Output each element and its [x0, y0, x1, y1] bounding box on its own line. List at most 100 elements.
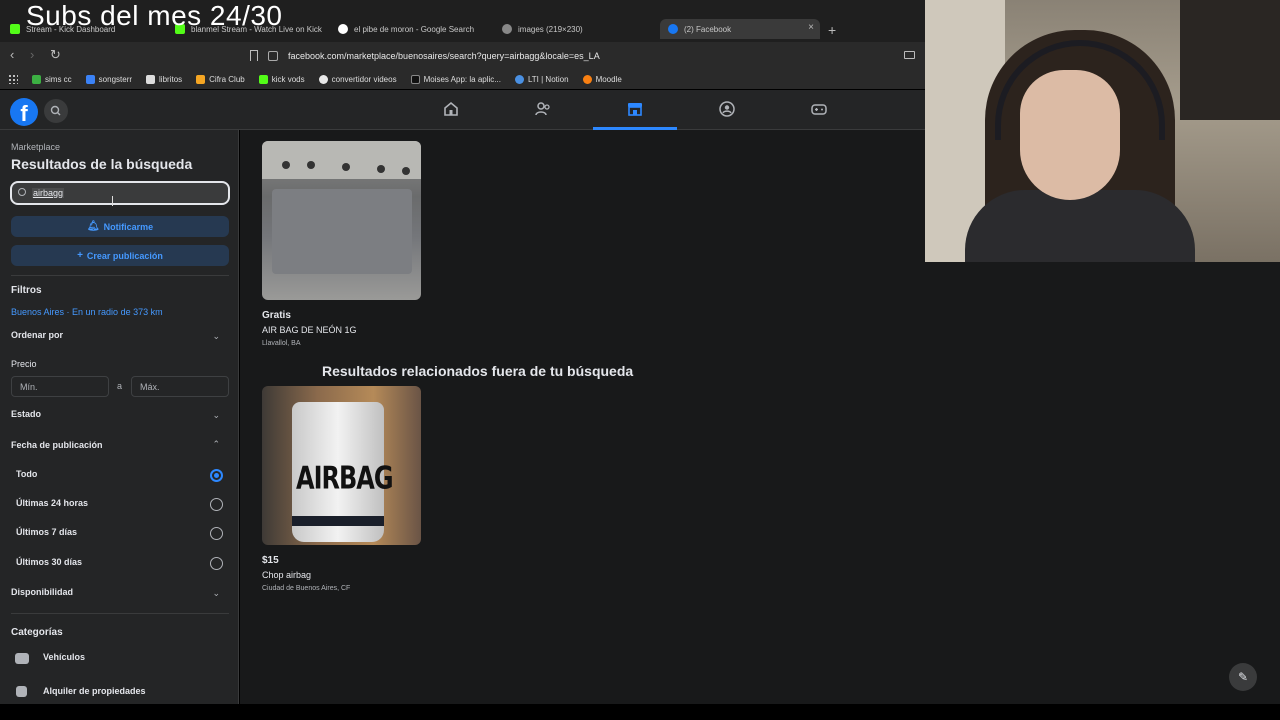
radio-unselected[interactable] — [210, 557, 223, 570]
car-icon — [15, 653, 29, 664]
price-max-input[interactable]: Máx. — [131, 376, 229, 397]
search-icon — [50, 105, 61, 116]
bookmark-libritos[interactable]: libritos — [146, 74, 182, 84]
date-listed-dropdown[interactable]: Fecha de publicación — [11, 440, 103, 450]
date-option-7d[interactable]: Últimos 7 días — [16, 527, 77, 537]
house-icon — [16, 686, 27, 697]
bookmark-icon[interactable] — [250, 50, 258, 61]
webcam-background — [1180, 0, 1280, 120]
listing-image[interactable]: AIRBAG — [262, 386, 421, 545]
category-property-rentals[interactable]: Alquiler de propiedades — [43, 686, 146, 696]
availability-dropdown[interactable]: Disponibilidad — [11, 587, 73, 597]
listing-title[interactable]: Chop airbag — [262, 570, 311, 580]
site-info-icon[interactable] — [268, 50, 278, 61]
category-vehicles[interactable]: Vehículos — [43, 652, 85, 662]
bookmark-lti-notion[interactable]: LTI | Notion — [514, 74, 569, 84]
bookmark-cifra-club[interactable]: Cifra Club — [196, 74, 245, 84]
bookmark-favicon-icon — [85, 74, 95, 84]
url-field[interactable]: facebook.com/marketplace/buenosaires/sea… — [268, 45, 908, 66]
location-filter-link[interactable]: Buenos Aires · En un radio de 373 km — [11, 307, 163, 317]
image-detail — [282, 161, 290, 169]
image-detail — [402, 167, 410, 175]
right-empty-area — [925, 262, 1280, 704]
marketplace-search-input[interactable]: airbagg — [10, 181, 230, 205]
bell-icon: 🔔︎ — [86, 221, 100, 232]
chevron-up-icon[interactable]: ⌃ — [212, 439, 220, 450]
listing-location: Ciudad de Buenos Aires, CF — [262, 585, 351, 592]
new-tab-button[interactable]: + — [828, 22, 836, 38]
related-results-heading: Resultados relacionados fuera de tu búsq… — [322, 363, 634, 379]
date-option-all[interactable]: Todo — [16, 469, 37, 479]
google-favicon-icon — [338, 24, 348, 34]
image-detail — [307, 161, 315, 169]
bookmark-favicon-icon — [196, 74, 206, 84]
back-arrow-icon[interactable]: ‹ — [10, 47, 14, 62]
apps-grid-icon[interactable] — [8, 74, 18, 84]
price-separator: a — [117, 381, 123, 391]
search-results: Gratis AIR BAG DE NEÓN 1G Llavallol, BA … — [240, 130, 925, 704]
listing-image[interactable] — [262, 141, 421, 300]
listing-price[interactable]: Gratis — [262, 310, 291, 321]
globe-favicon-icon — [502, 24, 512, 34]
bookmark-favicon-icon — [258, 74, 268, 84]
bookmark-moodle[interactable]: Moodle — [582, 74, 622, 84]
radio-unselected[interactable] — [210, 527, 223, 540]
categories-heading: Categorías — [11, 627, 63, 638]
browser-tab-google-search[interactable]: el pibe de moron - Google Search — [338, 19, 488, 39]
radio-selected[interactable] — [210, 469, 223, 482]
cast-icon[interactable] — [904, 51, 915, 59]
groups-icon[interactable] — [718, 100, 736, 118]
search-icon — [18, 188, 26, 196]
date-option-30d[interactable]: Últimos 30 días — [16, 557, 82, 567]
plus-icon: + — [77, 250, 83, 261]
bookmark-moises[interactable]: Moises App: la aplic... — [410, 74, 501, 84]
browser-tab-images[interactable]: images (219×230) — [502, 19, 652, 39]
price-min-input[interactable]: Mín. — [11, 376, 109, 397]
forward-arrow-icon[interactable]: › — [30, 47, 34, 62]
radio-unselected[interactable] — [210, 498, 223, 511]
reload-icon[interactable]: ↻ — [50, 47, 61, 63]
condition-dropdown[interactable]: Estado — [11, 409, 41, 419]
streamer-figure — [965, 190, 1195, 262]
close-tab-icon[interactable]: × — [808, 22, 814, 33]
chevron-down-icon[interactable]: ⌄ — [212, 331, 220, 342]
bookmark-favicon-icon — [582, 74, 592, 84]
address-bar-row: ‹ › ↻ facebook.com/marketplace/buenosair… — [0, 42, 925, 69]
listing-price[interactable]: $15 — [262, 555, 279, 566]
divider — [11, 613, 229, 614]
mug-print-text: AIRBAG — [296, 459, 394, 497]
breadcrumb[interactable]: Marketplace — [11, 142, 60, 152]
marketplace-sidebar: Marketplace Resultados de la búsqueda ai… — [0, 130, 239, 704]
bottom-bar — [0, 704, 1280, 720]
bookmark-favicon-icon — [318, 74, 328, 84]
date-option-24h[interactable]: Últimas 24 horas — [16, 498, 88, 508]
chevron-down-icon[interactable]: ⌄ — [212, 410, 220, 421]
marketplace-icon[interactable] — [626, 100, 644, 118]
price-label: Precio — [11, 359, 37, 369]
facebook-logo-icon[interactable]: f — [10, 98, 38, 126]
browser-tab-facebook[interactable]: (2) Facebook × — [660, 19, 820, 39]
bookmark-sims-cc[interactable]: sims cc — [32, 74, 72, 84]
sort-dropdown[interactable]: Ordenar por — [11, 330, 63, 340]
facebook-search-button[interactable] — [44, 99, 68, 123]
compose-message-icon[interactable]: ✎ — [1229, 663, 1257, 691]
bookmark-favicon-icon — [514, 74, 524, 84]
chevron-down-icon[interactable]: ⌄ — [212, 588, 220, 599]
image-detail — [272, 189, 412, 274]
listing-title[interactable]: AIR BAG DE NEÓN 1G — [262, 325, 357, 335]
notify-button[interactable]: 🔔︎ Notificarme — [11, 216, 229, 237]
page-title: Resultados de la búsqueda — [11, 156, 193, 172]
bookmark-convertidor-videos[interactable]: convertidor videos — [318, 74, 397, 84]
stream-overlay-title: Subs del mes 24/30 — [26, 0, 283, 31]
bookmark-kick-vods[interactable]: kick vods — [258, 74, 305, 84]
image-detail — [262, 141, 421, 179]
bookmark-favicon-icon — [32, 74, 41, 84]
image-detail — [342, 163, 350, 171]
text-cursor — [112, 196, 113, 206]
divider — [11, 275, 229, 276]
home-icon[interactable] — [442, 100, 460, 118]
friends-icon[interactable] — [534, 100, 552, 118]
gaming-icon[interactable] — [810, 100, 828, 118]
create-listing-button[interactable]: + Crear publicación — [11, 245, 229, 266]
bookmark-songsterr[interactable]: songsterr — [85, 74, 132, 84]
